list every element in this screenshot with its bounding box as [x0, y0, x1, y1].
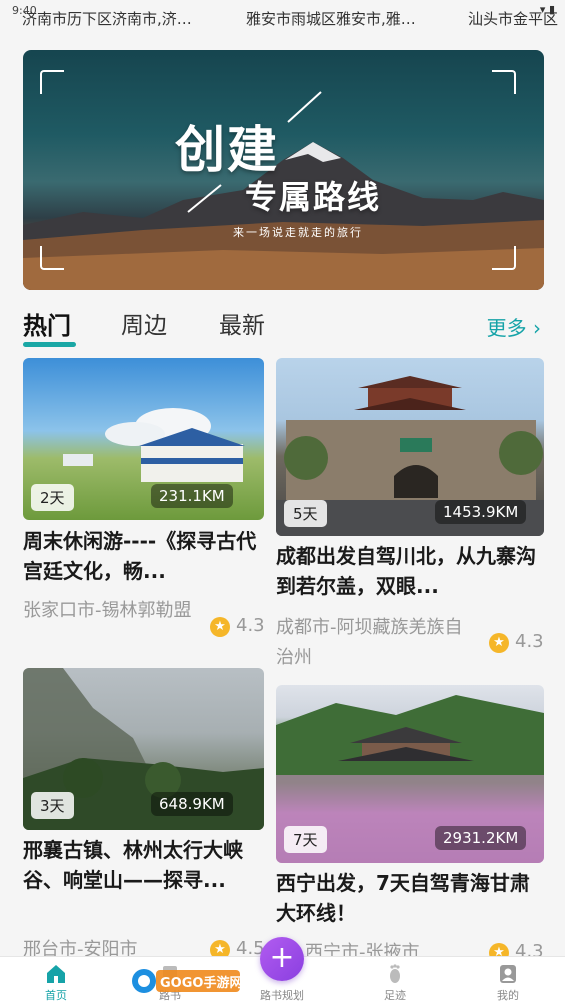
days-badge: 5天 — [284, 500, 327, 527]
user-icon — [500, 965, 516, 983]
ticker-item[interactable]: 汕头市金平区 — [468, 8, 558, 29]
footprint-icon — [390, 964, 400, 983]
gogo-watermark-logo: GOGO手游网 — [132, 969, 242, 993]
ticker-item[interactable]: 济南市历下区济南市,济… — [22, 8, 192, 29]
card-title[interactable]: 成都出发自驾川北，从九寨沟到若尔盖，双眼... — [276, 541, 544, 601]
star-icon: ★ — [210, 617, 230, 637]
card-title[interactable]: 周末休闲游----《探寻古代宫廷文化，畅... — [23, 526, 264, 586]
more-link[interactable]: 更多 › — [487, 312, 541, 341]
create-route-banner[interactable]: 创建 专属路线 来一场说走就走的旅行 — [23, 50, 544, 290]
chevron-right-icon: › — [526, 316, 541, 340]
ticker-item[interactable]: 雅安市雨城区雅安市,雅… — [246, 8, 416, 29]
distance-badge: 2931.2KM — [435, 826, 527, 850]
card-rating: ★ 4.3 — [489, 631, 544, 653]
distance-badge: 231.1KM — [151, 484, 233, 508]
distance-badge: 648.9KM — [151, 792, 233, 816]
frame-corner — [40, 70, 64, 94]
nav-label: 我的 — [497, 989, 519, 1002]
frame-corner — [40, 246, 64, 270]
frame-corner — [492, 246, 516, 270]
days-badge: 2天 — [31, 484, 74, 511]
active-tab-indicator — [23, 342, 76, 347]
banner-tagline: 来一场说走就走的旅行 — [233, 226, 363, 239]
distance-badge: 1453.9KM — [435, 500, 527, 524]
tab-hot[interactable]: 热门 — [23, 306, 71, 341]
rating-value: 4.3 — [236, 615, 265, 636]
days-badge: 3天 — [31, 792, 74, 819]
mountain-scene-image — [23, 91, 544, 290]
more-label: 更多 — [486, 316, 527, 340]
tab-nearby[interactable]: 周边 — [121, 306, 167, 340]
home-icon — [47, 965, 65, 983]
tab-latest[interactable]: 最新 — [219, 306, 265, 340]
nav-label: 首页 — [45, 989, 67, 1002]
card-title[interactable]: 西宁出发，7天自驾青海甘肃大环线！ — [276, 868, 544, 928]
add-route-button[interactable]: + — [260, 937, 304, 981]
watermark-text: GOGO手游网 — [160, 975, 242, 991]
nav-label: 路书规划 — [260, 989, 304, 1002]
address-ticker[interactable]: 济南市历下区济南市,济… 雅安市雨城区雅安市,雅… 汕头市金平区 — [0, 8, 565, 30]
nav-home[interactable]: 首页 — [26, 957, 86, 1003]
nav-footprint[interactable]: 足迹 — [365, 957, 425, 1003]
card-rating: ★ 4.3 — [210, 615, 265, 637]
nav-mine[interactable]: 我的 — [478, 957, 538, 1003]
card-location: 张家口市-锡林郭勒盟 — [23, 600, 192, 621]
card-location: 成都市-阿坝藏族羌族自治州 — [276, 617, 463, 668]
banner-subtitle: 专属路线 — [245, 178, 382, 216]
star-icon: ★ — [489, 633, 509, 653]
rating-value: 4.3 — [515, 631, 544, 652]
card-title[interactable]: 邢襄古镇、林州太行大峡谷、响堂山——探寻... — [23, 835, 264, 895]
days-badge: 7天 — [284, 826, 327, 853]
plus-icon: + — [269, 940, 295, 975]
nav-label: 足迹 — [384, 989, 406, 1002]
frame-corner — [492, 70, 516, 94]
